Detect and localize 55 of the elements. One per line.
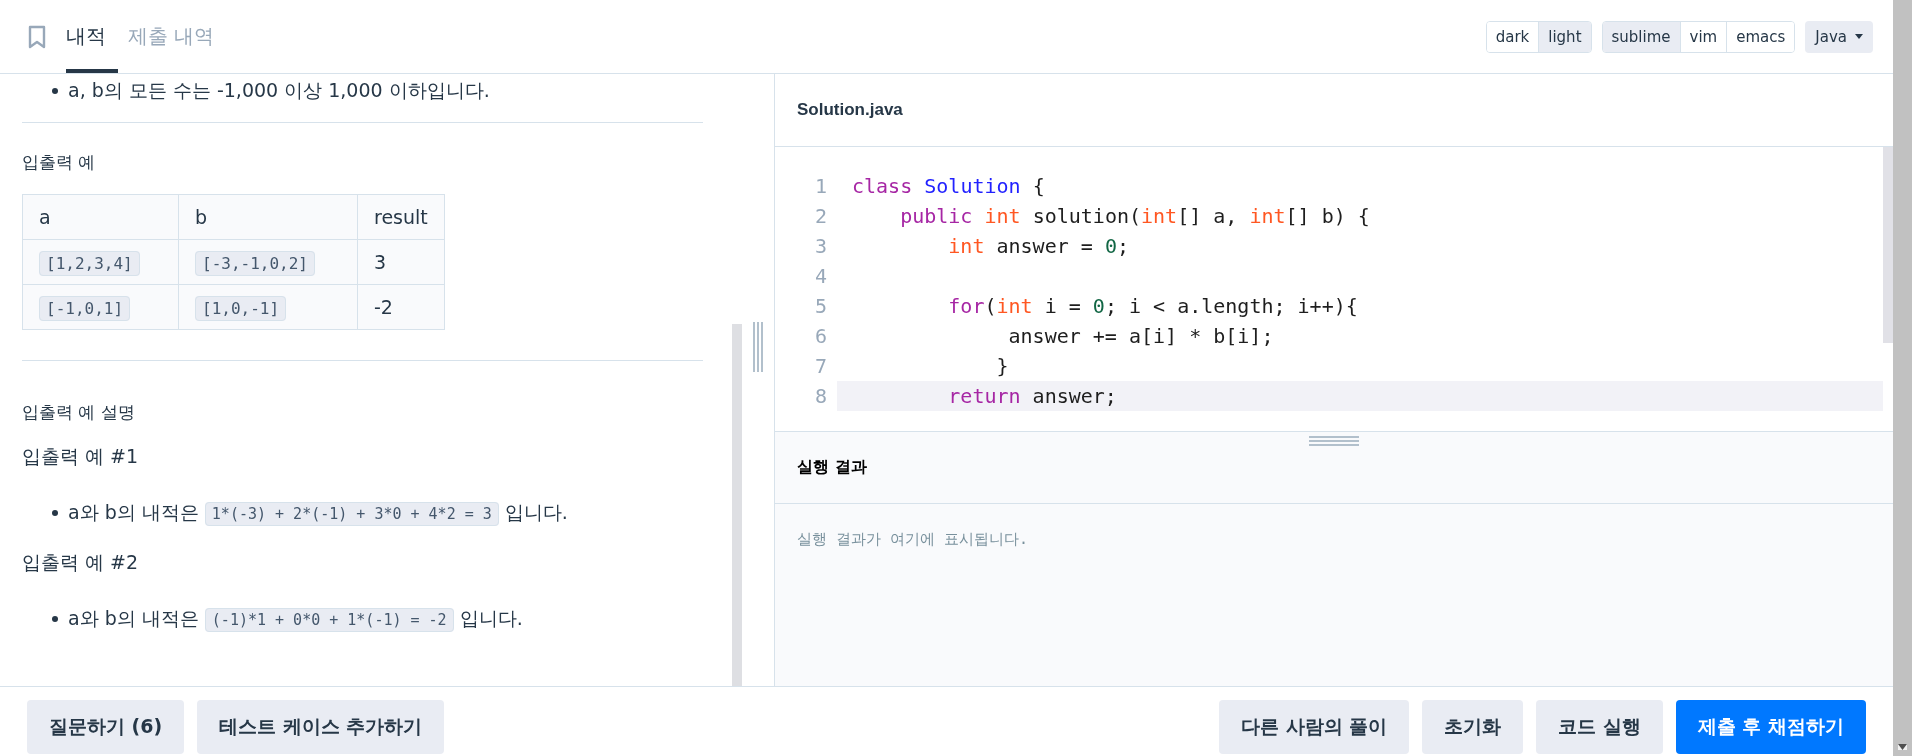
action-button[interactable]: 다른 사람의 풀이 [1218, 699, 1410, 754]
code-line: } [995, 353, 1010, 380]
constraint-text: a, b의 모든 수는 -1,000 이상 1,000 이하입니다. [68, 78, 490, 103]
column-header: result [357, 194, 445, 240]
column-header: b [178, 194, 358, 240]
theme-toggle-option[interactable]: light [1538, 21, 1591, 52]
resize-handle-icon[interactable] [1309, 436, 1359, 446]
code-line: public int solution(int[] a, int[] b) { [899, 203, 1371, 230]
action-button[interactable]: 코드 실행 [1536, 699, 1663, 754]
tab[interactable]: 내적 [66, 0, 118, 73]
bullet-icon [52, 510, 58, 516]
code-chip: [1,2,3,4] [39, 251, 140, 276]
line-number: 1 [813, 174, 827, 198]
scroll-down-icon[interactable] [1898, 744, 1907, 750]
explanation-text: a와 b의 내적은 (-1)*1 + 0*0 + 1*(-1) = -2 입니다. [68, 606, 523, 632]
column-header: a [22, 194, 179, 240]
action-button[interactable]: 테스트 케이스 추가하기 [197, 699, 445, 754]
code-line: int answer = 0; [947, 233, 1130, 260]
line-number: 8 [813, 384, 827, 408]
caret-icon [1855, 34, 1863, 39]
panel-title: 실행 결과 [797, 457, 867, 478]
line-number: 4 [813, 264, 827, 288]
scrollbar[interactable] [1893, 0, 1912, 756]
keymap-toggle-option[interactable]: sublime [1602, 21, 1680, 52]
scrollbar-thumb[interactable] [1883, 147, 1893, 343]
line-number: 2 [813, 204, 827, 228]
line-number: 5 [813, 294, 827, 318]
bullet-icon [52, 616, 58, 622]
bookmark-icon[interactable] [28, 24, 46, 49]
line-number: 6 [813, 324, 827, 348]
language-dropdown[interactable]: Java [1805, 20, 1873, 53]
action-button[interactable]: 제출 후 채점하기 [1675, 699, 1866, 754]
code-line: for(int i = 0; i < a.length; i++){ [947, 293, 1359, 320]
cell-text: -2 [374, 296, 393, 318]
code-chip: [-3,-1,0,2] [195, 251, 315, 276]
code-line: answer += a[i] * b[i]; [1007, 323, 1275, 350]
example-heading: 입출력 예 #2 [22, 550, 140, 575]
line-number: 7 [813, 354, 827, 378]
resize-handle-icon[interactable] [753, 322, 763, 372]
scrollbar-thumb[interactable] [732, 324, 742, 686]
bullet-icon [52, 88, 58, 94]
cell-text: 3 [374, 251, 387, 273]
explanation-text: a와 b의 내적은 1*(-3) + 2*(-1) + 3*0 + 4*2 = 3 입니다. [68, 500, 568, 526]
line-number: 3 [813, 234, 827, 258]
code-line: class Solution { [851, 173, 1046, 200]
code-chip: [1,0,-1] [195, 296, 287, 321]
section-title: 입출력 예 [22, 151, 97, 174]
code-chip: [-1,0,1] [39, 296, 131, 321]
file-name: Solution.java [797, 100, 903, 120]
section-title: 입출력 예 설명 [22, 401, 136, 424]
action-button[interactable]: 초기화 [1422, 699, 1524, 754]
keymap-toggle-option[interactable]: emacs [1726, 21, 1795, 52]
result-message: 실행 결과가 여기에 표시됩니다. [797, 530, 1029, 548]
action-button[interactable]: 질문하기 (6) [27, 699, 185, 754]
example-heading: 입출력 예 #1 [22, 444, 140, 469]
